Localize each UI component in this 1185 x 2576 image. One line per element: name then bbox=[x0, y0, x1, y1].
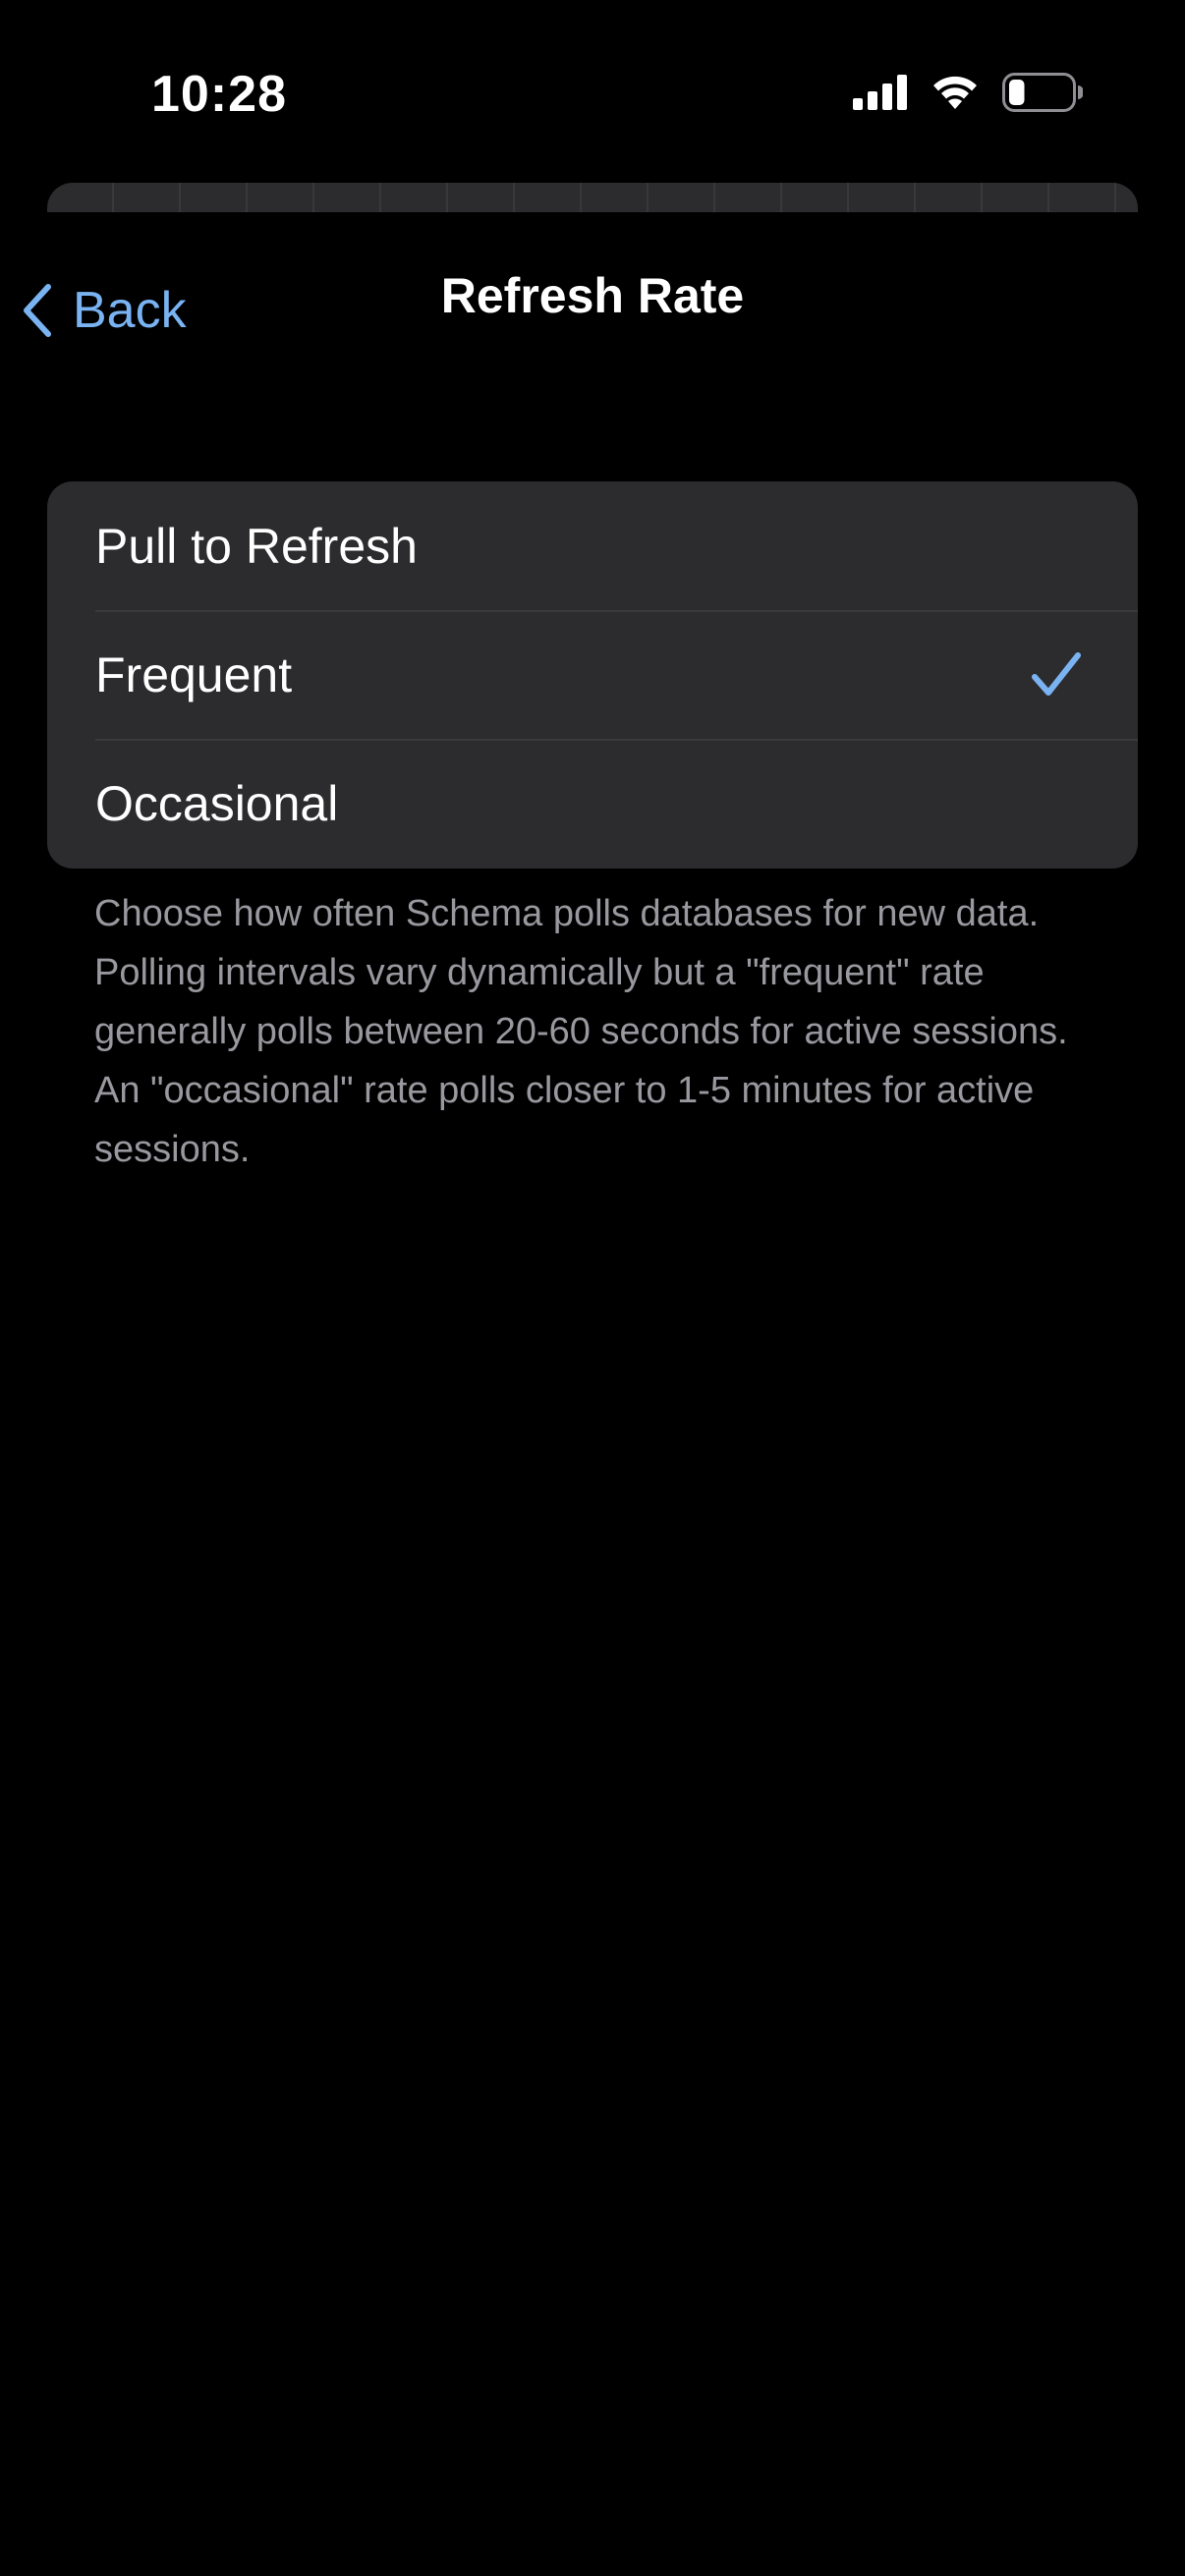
section-footer-description: Choose how often Schema polls databases … bbox=[94, 893, 1068, 1170]
refresh-rate-options: Pull to Refresh Frequent Occasional bbox=[47, 481, 1138, 868]
checkmark-icon bbox=[1032, 651, 1081, 699]
status-icons bbox=[853, 73, 1083, 112]
wifi-icon bbox=[930, 74, 981, 111]
status-time: 10:28 bbox=[151, 66, 287, 123]
battery-icon bbox=[1002, 73, 1083, 112]
option-frequent[interactable]: Frequent bbox=[47, 610, 1138, 739]
option-label: Pull to Refresh bbox=[95, 518, 418, 574]
option-pull-to-refresh[interactable]: Pull to Refresh bbox=[47, 481, 1138, 610]
status-bar: 10:28 bbox=[0, 0, 1185, 187]
sheet-edge-texture bbox=[47, 183, 1138, 212]
signal-icon bbox=[853, 75, 908, 110]
page-title: Refresh Rate bbox=[440, 268, 745, 323]
option-label: Occasional bbox=[95, 775, 339, 831]
navigation-bar: Back Refresh Rate bbox=[0, 212, 1185, 379]
sheet-edge bbox=[47, 183, 1138, 212]
home-indicator bbox=[433, 2543, 752, 2554]
option-occasional[interactable]: Occasional bbox=[47, 739, 1138, 868]
option-label: Frequent bbox=[95, 646, 293, 702]
